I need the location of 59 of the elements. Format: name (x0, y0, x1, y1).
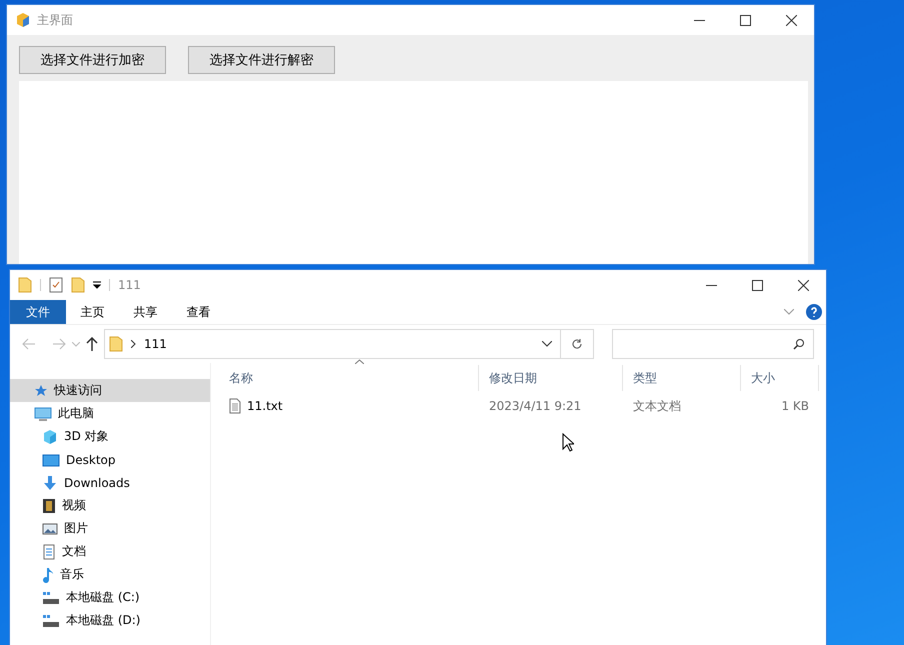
film-icon (42, 498, 56, 514)
cube-icon (15, 12, 31, 28)
refresh-icon[interactable] (571, 338, 583, 350)
ribbon-tab[interactable]: 主页 (66, 300, 119, 324)
sidebar-item[interactable]: 本地磁盘 (D:) (10, 609, 210, 632)
sidebar-item[interactable]: 文档 (10, 540, 210, 563)
minimize-icon[interactable] (706, 284, 716, 286)
ribbon-tab[interactable]: 共享 (119, 300, 172, 324)
sidebar-item[interactable]: 音乐 (10, 563, 210, 586)
mouse-cursor-icon (562, 433, 574, 452)
close-icon[interactable] (798, 280, 808, 290)
sidebar-item[interactable]: 本地磁盘 (C:) (10, 586, 210, 609)
help-icon[interactable] (806, 304, 822, 320)
column-header[interactable]: 修改日期 (479, 365, 623, 391)
column-header[interactable]: 大小 (741, 365, 819, 391)
down-arrow-icon (42, 474, 58, 490)
ribbon-tab[interactable]: 文件 (10, 300, 66, 324)
file-name-cell[interactable]: 11.txt (219, 398, 479, 414)
sidebar-item[interactable]: Downloads (10, 471, 210, 494)
sidebar-item[interactable]: 视频 (10, 494, 210, 517)
close-icon[interactable] (786, 14, 796, 26)
drive-icon (42, 614, 60, 628)
maximize-icon[interactable] (752, 280, 762, 290)
chevron-right-icon (131, 340, 136, 348)
up-arrow-icon[interactable] (86, 337, 98, 351)
sidebar-item[interactable]: 此电脑 (10, 402, 210, 425)
sidebar-item[interactable]: 快速访问 (10, 379, 210, 402)
cube-icon (42, 428, 58, 444)
address-bar[interactable]: 111 (104, 329, 594, 359)
folder-icon (109, 336, 123, 352)
sidebar-item[interactable]: 图片 (10, 517, 210, 540)
folder-icon (18, 277, 32, 293)
sidebar-item[interactable]: Desktop (10, 448, 210, 471)
date-cell-text: 2023/4/11 9:21 (488, 399, 582, 413)
properties-icon[interactable] (49, 277, 63, 293)
text-file-icon (229, 398, 241, 414)
new-folder-icon (71, 277, 85, 293)
window-title: 主界面 (37, 12, 74, 28)
picture-icon (42, 522, 58, 536)
search-field[interactable] (612, 329, 814, 359)
drive-icon (42, 590, 60, 604)
action-button[interactable]: 选择文件进行加密 (19, 46, 166, 74)
maximize-icon[interactable] (740, 14, 750, 26)
action-button[interactable]: 选择文件进行解密 (188, 46, 335, 74)
window-title: 111 (118, 278, 142, 292)
monitor-icon (42, 452, 60, 466)
type-cell-text: 文本文档 (632, 398, 682, 414)
search-icon (793, 338, 805, 350)
size-cell-text: 1 KB (780, 399, 810, 413)
computer-icon (34, 406, 52, 420)
dropdown-icon[interactable] (93, 281, 101, 289)
ribbon-tab[interactable]: 查看 (172, 300, 225, 324)
chevron-down-icon[interactable] (542, 341, 552, 347)
column-header[interactable]: 名称 (219, 365, 479, 391)
column-header[interactable]: 类型 (623, 365, 741, 391)
sidebar-item[interactable]: 3D 对象 (10, 425, 210, 448)
document-icon (42, 544, 56, 560)
star-icon (34, 384, 48, 398)
music-note-icon (42, 566, 54, 582)
